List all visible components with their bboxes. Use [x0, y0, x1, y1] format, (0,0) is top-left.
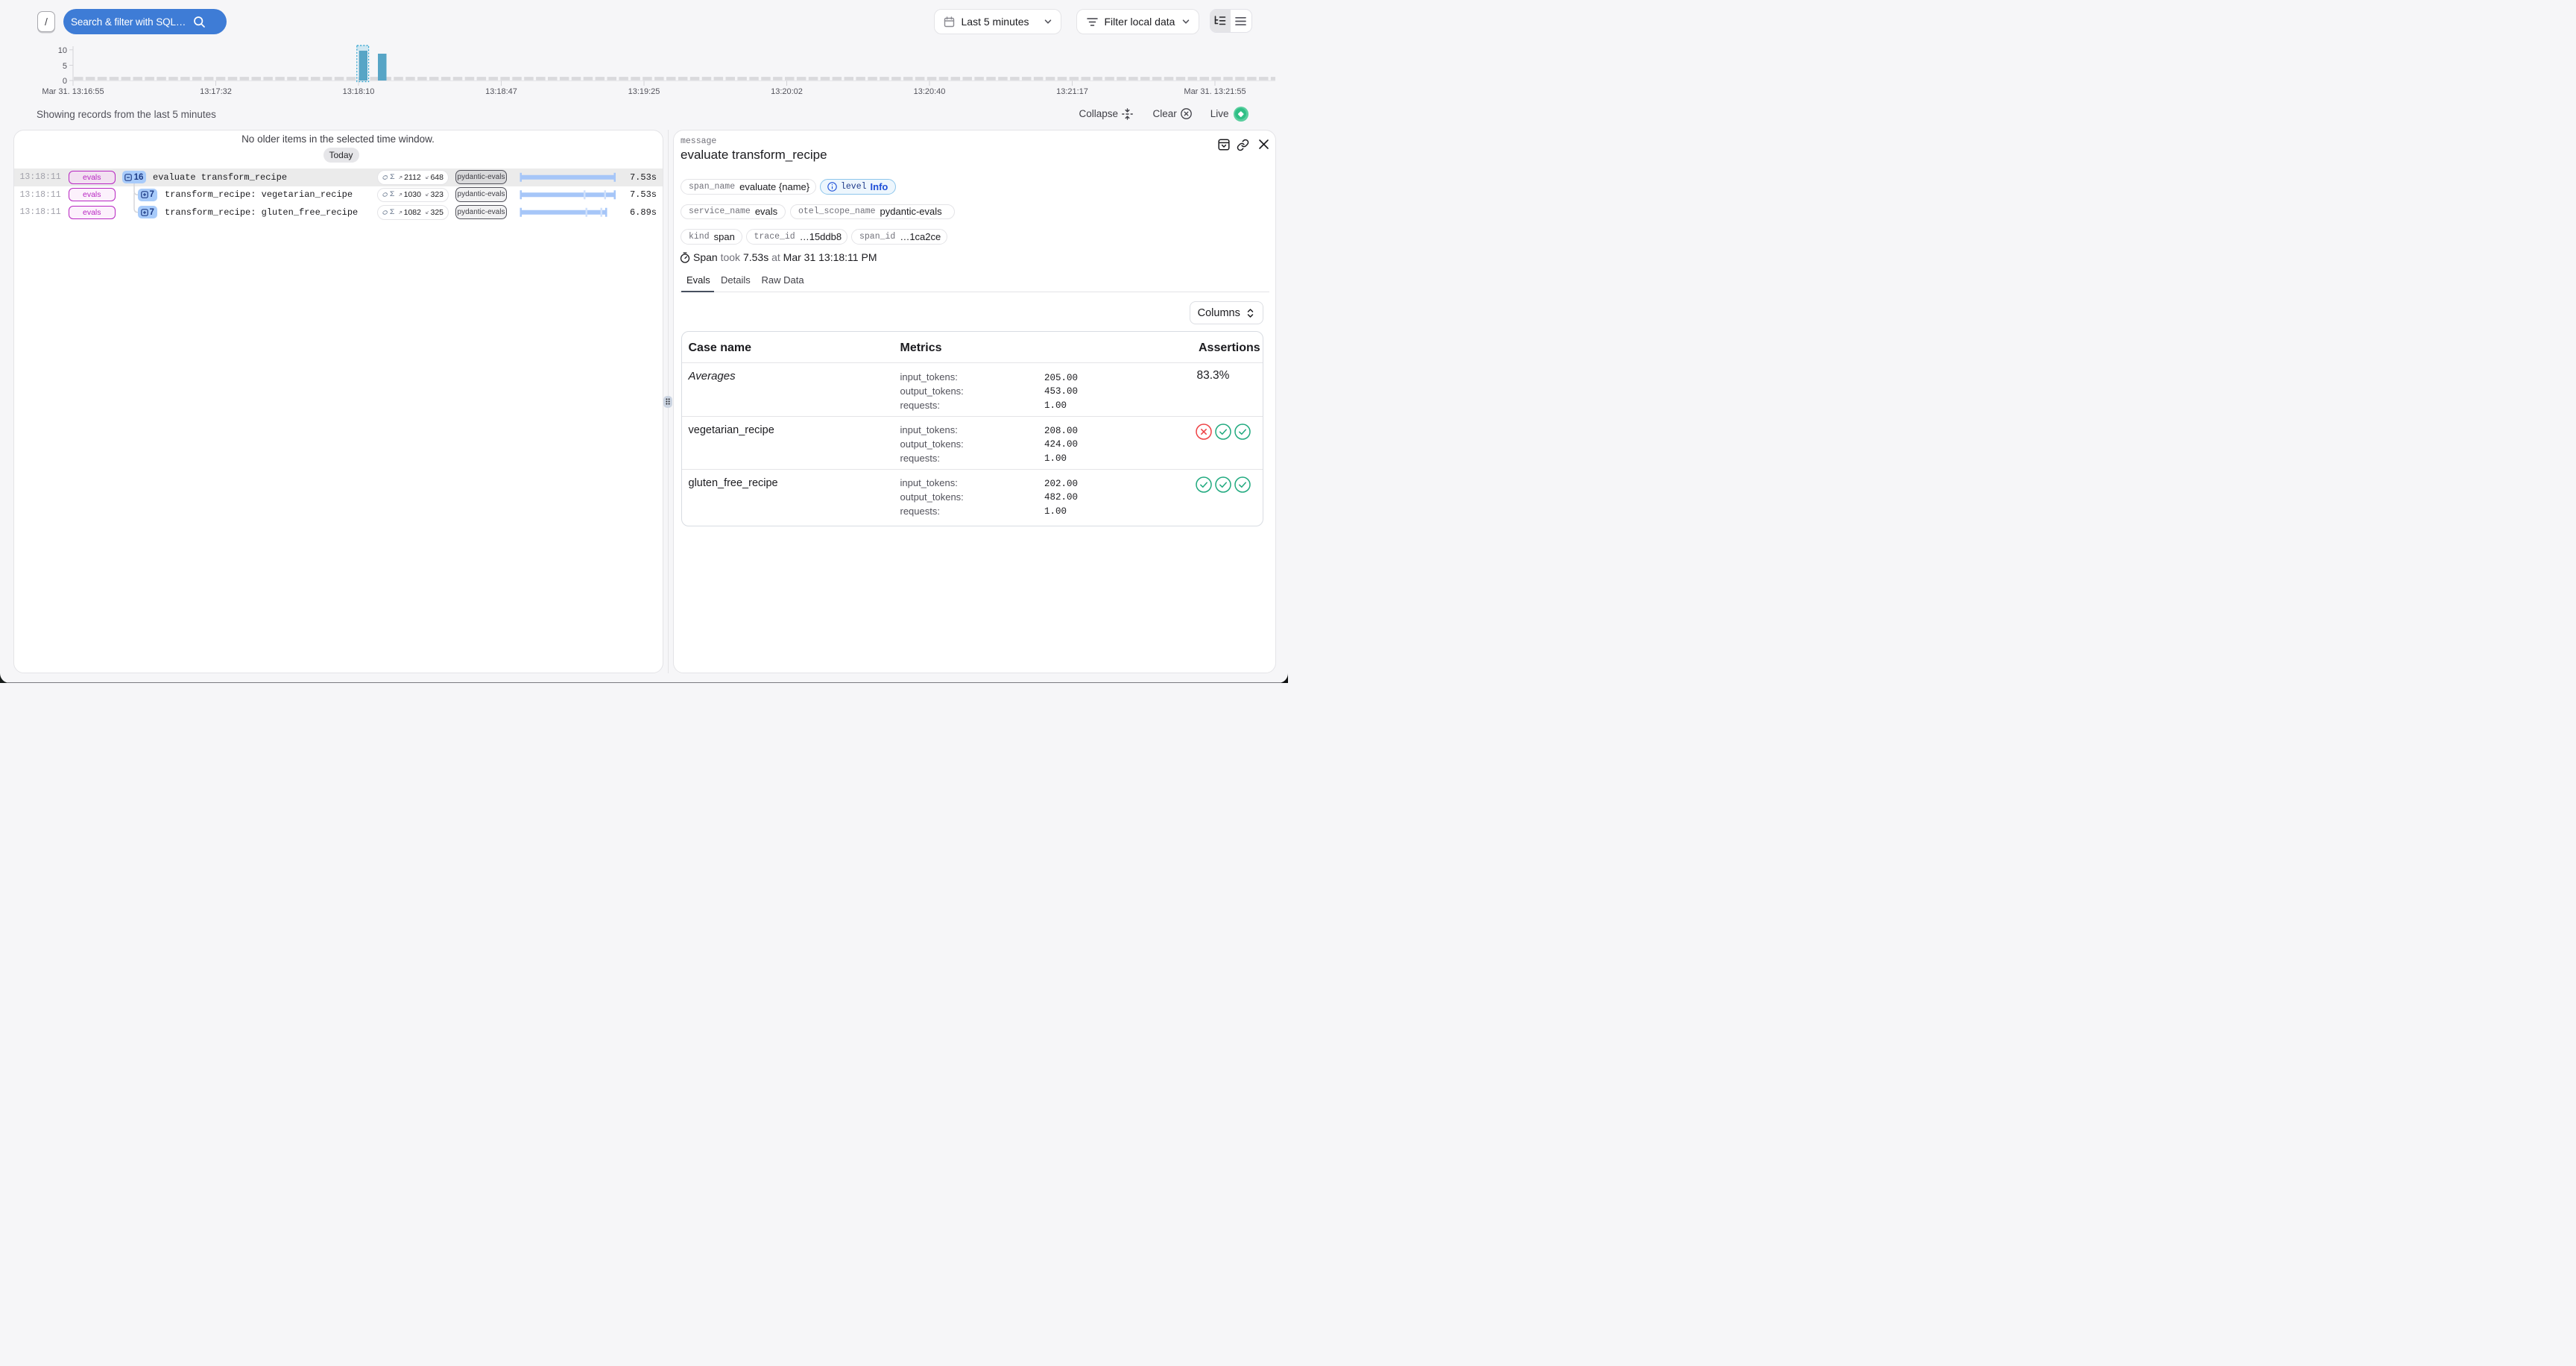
svg-text:13:20:40: 13:20:40 — [914, 87, 946, 96]
svg-text:13:18:47: 13:18:47 — [485, 87, 517, 96]
svg-text:5: 5 — [63, 62, 67, 71]
svg-text:13:17:32: 13:17:32 — [200, 87, 232, 96]
svg-text:13:20:02: 13:20:02 — [771, 87, 803, 96]
svg-text:13:21:17: 13:21:17 — [1056, 87, 1088, 96]
svg-text:13:19:25: 13:19:25 — [628, 87, 660, 96]
svg-text:10: 10 — [58, 46, 67, 55]
svg-text:Mar 31. 13:16:55: Mar 31. 13:16:55 — [42, 87, 104, 96]
svg-text:0: 0 — [63, 77, 67, 86]
svg-text:13:18:10: 13:18:10 — [343, 87, 375, 96]
svg-text:Mar 31. 13:21:55: Mar 31. 13:21:55 — [1184, 87, 1246, 96]
